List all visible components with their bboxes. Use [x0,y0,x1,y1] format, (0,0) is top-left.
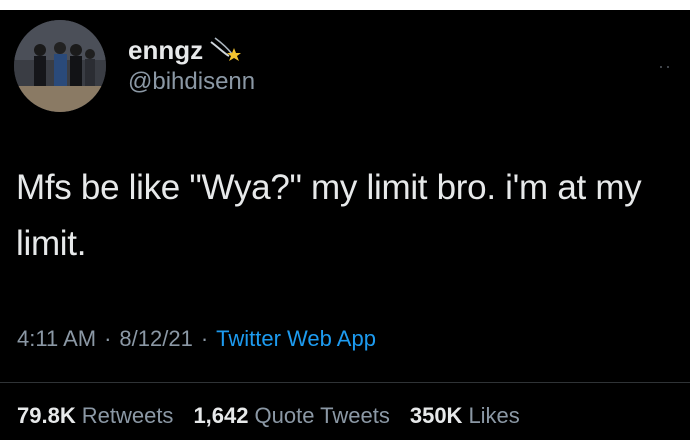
more-options-icon[interactable]: ·· [658,56,672,77]
tweet-time[interactable]: 4:11 AM [17,326,96,352]
tweet-source[interactable]: Twitter Web App [216,326,376,352]
retweets-label: Retweets [81,403,174,428]
divider [0,382,690,383]
likes-stat[interactable]: 350K Likes [410,403,520,429]
avatar-photo [14,20,106,112]
quote-tweets-count: 1,642 [193,403,249,428]
likes-label: Likes [468,403,520,428]
likes-count: 350K [409,403,463,428]
retweets-count: 79.8K [17,403,76,428]
tweet-header: enngz @bihdisenn [14,20,255,112]
meta-separator: · [104,326,112,351]
tweet-meta: 4:11 AM · 8/12/21 · Twitter Web App [17,326,376,352]
tweet-card: enngz @bihdisenn ·· Mfs be like "Wya?" m… [0,10,690,440]
comet-icon [209,36,243,64]
meta-separator: · [200,326,209,351]
display-name-row: enngz [128,35,255,65]
retweets-stat[interactable]: 79.8K Retweets [17,403,173,429]
display-name[interactable]: enngz [128,35,203,65]
quote-tweets-label: Quote Tweets [254,403,390,428]
user-handle[interactable]: @bihdisenn [128,67,255,97]
user-names: enngz @bihdisenn [128,35,255,97]
quote-tweets-stat[interactable]: 1,642 Quote Tweets [193,403,389,429]
tweet-date[interactable]: 8/12/21 [119,326,192,352]
tweet-stats: 79.8K Retweets 1,642 Quote Tweets 350K L… [17,403,520,429]
tweet-text: Mfs be like "Wya?" my limit bro. i'm at … [16,168,642,263]
avatar[interactable] [14,20,106,112]
